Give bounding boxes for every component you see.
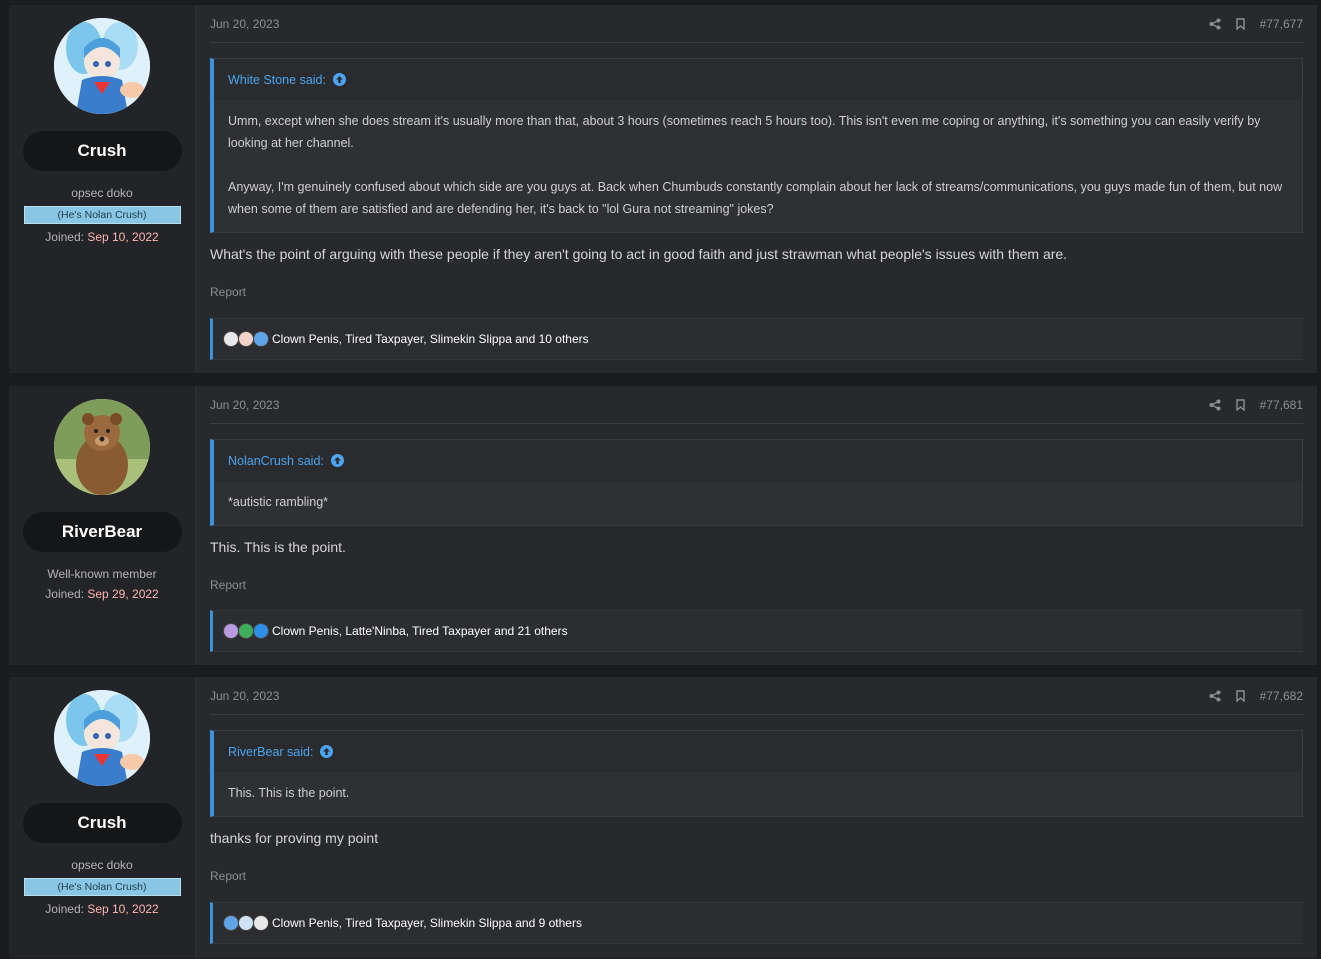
- user-title: Well-known member: [47, 567, 157, 581]
- post-message: This. This is the point.: [210, 539, 346, 555]
- quote-paragraph: *autistic rambling*: [228, 495, 329, 509]
- username[interactable]: Crush: [22, 803, 182, 843]
- post: Crush opsec doko (He's Nolan Crush) Join…: [8, 676, 1318, 959]
- reaction-icon: [223, 915, 239, 931]
- post-header: Jun 20, 2023 #77,682: [210, 677, 1303, 715]
- arrow-up-icon[interactable]: [330, 454, 344, 467]
- quote-block: White Stone said: Umm, except when she d…: [210, 58, 1303, 233]
- post-header: Jun 20, 2023 #77,677: [210, 5, 1303, 43]
- user-title: opsec doko: [71, 858, 133, 872]
- quote-header[interactable]: White Stone said:: [214, 59, 1302, 100]
- quote-header[interactable]: NolanCrush said:: [214, 440, 1302, 481]
- user-title: opsec doko: [71, 186, 133, 200]
- quote-author[interactable]: RiverBear said:: [228, 745, 313, 759]
- reaction-icon: [238, 331, 254, 347]
- joined-date: Sep 29, 2022: [87, 587, 159, 601]
- reaction-icon: [238, 915, 254, 931]
- reactions-text[interactable]: Clown Penis, Latte'Ninba, Tired Taxpayer…: [272, 624, 568, 638]
- quote-body: This. This is the point.: [214, 772, 1302, 816]
- post-message: thanks for proving my point: [210, 830, 379, 846]
- reactions-bar[interactable]: Clown Penis, Latte'Ninba, Tired Taxpayer…: [210, 610, 1303, 652]
- joined-label: Joined:: [45, 587, 84, 601]
- post-number[interactable]: #77,677: [1260, 17, 1303, 31]
- quote-author[interactable]: White Stone said:: [228, 73, 326, 87]
- joined-label: Joined:: [45, 902, 84, 916]
- quote-paragraph: This. This is the point.: [228, 786, 350, 800]
- report-link[interactable]: Report: [210, 869, 1303, 883]
- bookmark-icon[interactable]: [1235, 398, 1246, 411]
- reaction-icon: [253, 623, 269, 639]
- avatar[interactable]: [54, 399, 150, 495]
- post: RiverBear Well-known member Joined: Sep …: [8, 385, 1318, 666]
- share-icon[interactable]: [1209, 690, 1221, 702]
- reactions-text[interactable]: Clown Penis, Tired Taxpayer, Slimekin Sl…: [272, 916, 582, 930]
- report-link[interactable]: Report: [210, 285, 1303, 299]
- reaction-icons: [223, 915, 269, 931]
- reaction-icon: [223, 331, 239, 347]
- reaction-icon: [238, 623, 254, 639]
- anime-avatar-icon: [54, 18, 150, 114]
- post-date[interactable]: Jun 20, 2023: [210, 398, 279, 412]
- quote-body: Umm, except when she does stream it's us…: [214, 100, 1302, 232]
- reaction-icon: [223, 623, 239, 639]
- quote-header[interactable]: RiverBear said:: [214, 731, 1302, 772]
- username[interactable]: Crush: [22, 131, 182, 171]
- quote-paragraph: Anyway, I'm genuinely confused about whi…: [228, 180, 1283, 216]
- joined-info: Joined: Sep 10, 2022: [45, 230, 158, 244]
- share-icon[interactable]: [1209, 18, 1221, 30]
- post-header: Jun 20, 2023 #77,681: [210, 386, 1303, 424]
- anime-avatar-icon: [54, 690, 150, 786]
- joined-date: Sep 10, 2022: [87, 230, 159, 244]
- bear-avatar-icon: [54, 399, 150, 495]
- user-info: Crush opsec doko (He's Nolan Crush) Join…: [9, 677, 196, 958]
- reaction-icon: [253, 915, 269, 931]
- arrow-up-icon[interactable]: [332, 73, 346, 86]
- reactions-text[interactable]: Clown Penis, Tired Taxpayer, Slimekin Sl…: [272, 332, 589, 346]
- joined-date: Sep 10, 2022: [87, 902, 159, 916]
- report-link[interactable]: Report: [210, 578, 1303, 592]
- user-info: RiverBear Well-known member Joined: Sep …: [9, 386, 196, 665]
- post-message: What's the point of arguing with these p…: [210, 246, 1068, 262]
- thread: Crush opsec doko (He's Nolan Crush) Join…: [0, 0, 1321, 959]
- post-content: Jun 20, 2023 #77,682 RiverBear said: Thi…: [196, 677, 1317, 958]
- arrow-up-icon[interactable]: [320, 745, 334, 758]
- bookmark-icon[interactable]: [1235, 17, 1246, 30]
- joined-label: Joined:: [45, 230, 84, 244]
- joined-info: Joined: Sep 29, 2022: [45, 587, 158, 601]
- post-date[interactable]: Jun 20, 2023: [210, 689, 279, 703]
- quote-block: RiverBear said: This. This is the point.: [210, 730, 1303, 817]
- reactions-bar[interactable]: Clown Penis, Tired Taxpayer, Slimekin Sl…: [210, 902, 1303, 944]
- avatar[interactable]: [54, 690, 150, 786]
- reaction-icon: [253, 331, 269, 347]
- reaction-icons: [223, 623, 269, 639]
- user-banner: (He's Nolan Crush): [23, 878, 181, 896]
- username[interactable]: RiverBear: [22, 512, 182, 552]
- bookmark-icon[interactable]: [1235, 689, 1246, 702]
- share-icon[interactable]: [1209, 399, 1221, 411]
- post-number[interactable]: #77,682: [1260, 689, 1303, 703]
- post: Crush opsec doko (He's Nolan Crush) Join…: [8, 4, 1318, 374]
- quote-author[interactable]: NolanCrush said:: [228, 454, 324, 468]
- reactions-bar[interactable]: Clown Penis, Tired Taxpayer, Slimekin Sl…: [210, 318, 1303, 360]
- avatar[interactable]: [54, 18, 150, 114]
- quote-block: NolanCrush said: *autistic rambling*: [210, 439, 1303, 526]
- post-date[interactable]: Jun 20, 2023: [210, 17, 279, 31]
- post-content: Jun 20, 2023 #77,681 NolanCrush said: *a…: [196, 386, 1317, 665]
- joined-info: Joined: Sep 10, 2022: [45, 902, 158, 916]
- quote-paragraph: Umm, except when she does stream it's us…: [228, 114, 1261, 150]
- quote-body: *autistic rambling*: [214, 481, 1302, 525]
- reaction-icons: [223, 331, 269, 347]
- post-content: Jun 20, 2023 #77,677 White Stone said: U…: [196, 5, 1317, 373]
- user-banner: (He's Nolan Crush): [23, 206, 181, 224]
- post-number[interactable]: #77,681: [1260, 398, 1303, 412]
- user-info: Crush opsec doko (He's Nolan Crush) Join…: [9, 5, 196, 373]
